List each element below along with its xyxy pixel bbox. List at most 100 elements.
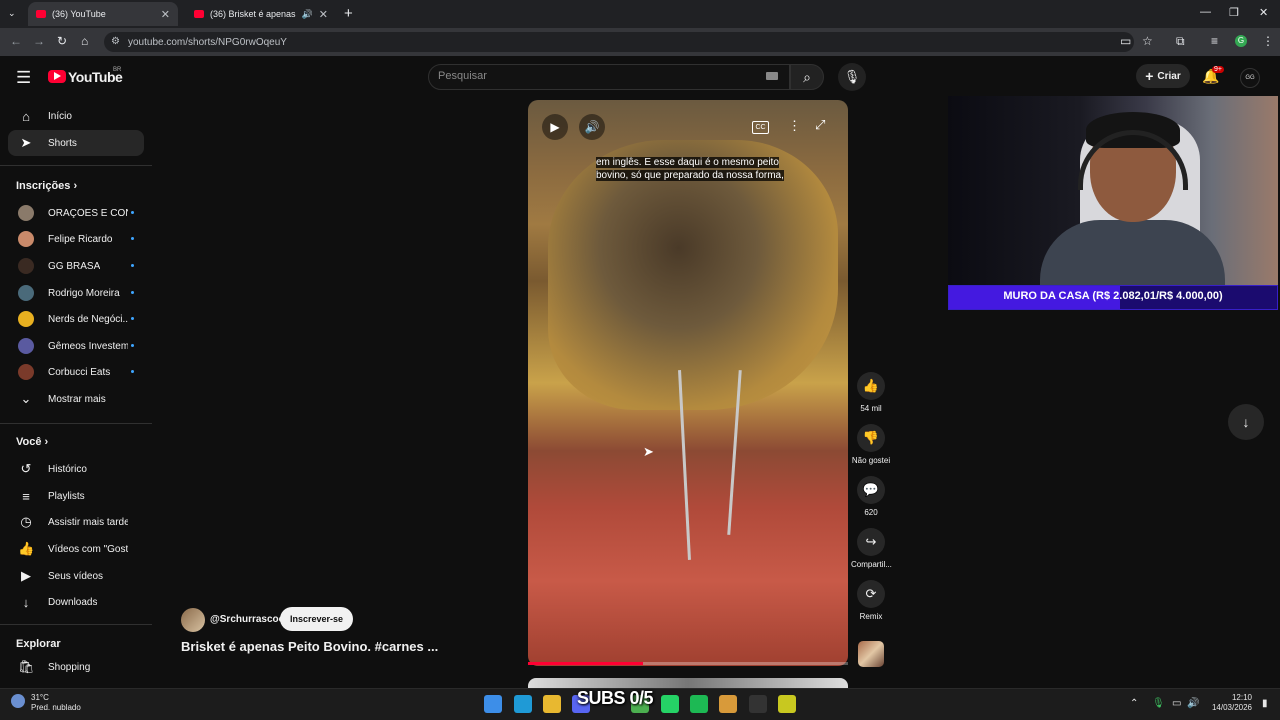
menu-icon[interactable]: ☰ xyxy=(16,68,31,88)
sidebar-item-shorts[interactable]: ➤ Shorts xyxy=(8,130,144,156)
spotify-icon[interactable] xyxy=(690,695,708,713)
sidebar-item-show-more[interactable]: ⌄ Mostrar mais xyxy=(8,386,144,412)
sidebar-item-playlists[interactable]: ≡ Playlists xyxy=(8,483,144,509)
tab-search-chevron-icon[interactable]: ⌄ xyxy=(8,8,16,19)
comments-action[interactable]: 💬 620 xyxy=(851,476,891,517)
weather-icon[interactable] xyxy=(11,694,25,708)
comment-count: 620 xyxy=(864,508,878,517)
sidebar-item-label: Início xyxy=(48,110,72,122)
video-progress-fill xyxy=(528,662,643,665)
search-input[interactable]: Pesquisar xyxy=(438,70,487,82)
edge-icon[interactable] xyxy=(514,695,532,713)
sidebar-item-subscription[interactable]: Nerds de Negóci... xyxy=(8,306,144,332)
reading-list-icon[interactable]: ≡ xyxy=(1211,34,1218,48)
sidebar-item-home[interactable]: ⌂ Início xyxy=(8,103,144,129)
notifications-tray-icon[interactable]: ▮ xyxy=(1262,698,1268,709)
home-browser-icon[interactable]: ⌂ xyxy=(81,34,88,48)
remix-action[interactable]: ⟳ Remix xyxy=(851,580,891,621)
microphone-tray-icon[interactable]: 🎙 xyxy=(1152,698,1165,709)
dislike-action[interactable]: 👎 Não gostei xyxy=(851,424,891,465)
logo-region: BR xyxy=(113,67,122,73)
volume-button[interactable]: 🔊 xyxy=(579,114,605,140)
sidebar-item-label: Shorts xyxy=(48,137,77,149)
channel-avatar xyxy=(18,231,34,247)
profile-icon[interactable]: G xyxy=(1235,35,1247,47)
sidebar-item-shopping[interactable]: 🛍 Shopping xyxy=(8,654,144,680)
cast-icon[interactable]: ▭ xyxy=(1120,34,1131,48)
sidebar-item-label: Downloads xyxy=(48,596,98,608)
site-info-icon[interactable]: ⚙ xyxy=(111,36,120,47)
play-button[interactable]: ▶ xyxy=(542,114,568,140)
sidebar-item-downloads[interactable]: ↓ Downloads xyxy=(8,589,144,615)
share-action[interactable]: ↪ Compartil... xyxy=(851,528,892,569)
url-text[interactable]: youtube.com/shorts/NPG0rwOqeuY xyxy=(128,37,287,48)
captions-icon[interactable]: CC xyxy=(752,121,769,134)
sidebar-item-watch-later[interactable]: ◷ Assistir mais tarde xyxy=(8,509,144,535)
reload-icon[interactable]: ↻ xyxy=(57,34,67,48)
browser-menu-icon[interactable]: ⋮ xyxy=(1262,34,1274,48)
sidebar-item-history[interactable]: ↺ Histórico xyxy=(8,456,144,482)
search-icon: ⌕ xyxy=(803,68,811,85)
temperature: 31°C xyxy=(31,693,49,702)
channel-avatar xyxy=(18,285,34,301)
new-content-dot xyxy=(131,370,134,373)
bookmark-star-icon[interactable]: ☆ xyxy=(1142,34,1153,48)
webcam-person-shirt xyxy=(1040,220,1225,290)
time: 12:10 xyxy=(1231,693,1252,702)
audio-playing-icon[interactable]: 🔊 xyxy=(302,9,313,20)
whatsapp-icon[interactable] xyxy=(661,695,679,713)
channel-avatar[interactable] xyxy=(181,608,205,632)
video-title[interactable]: Brisket é apenas Peito Bovino. #carnes .… xyxy=(181,639,438,654)
back-icon[interactable]: ← xyxy=(10,34,22,48)
subscribe-button[interactable]: Inscrever-se xyxy=(280,607,353,631)
video-caption: em inglês. E esse daqui é o mesmo peito … xyxy=(596,156,800,182)
minimize-icon[interactable]: — xyxy=(1200,6,1211,18)
tab-youtube[interactable]: (36) YouTube ✕ xyxy=(28,2,178,26)
subscriptions-heading[interactable]: Inscrições › xyxy=(16,180,77,192)
sound-thumbnail[interactable] xyxy=(858,641,884,667)
chevron-right-icon: › xyxy=(73,180,78,192)
tray-overflow-icon[interactable]: ⌃ xyxy=(1130,698,1138,709)
steam-icon[interactable] xyxy=(749,695,767,713)
weather-widget[interactable]: 31°C Pred. nublado xyxy=(31,693,81,713)
new-tab-button[interactable]: + xyxy=(344,5,353,22)
more-options-icon[interactable]: ⋮ xyxy=(788,118,801,134)
sidebar-item-subscription[interactable]: Gêmeos Investem xyxy=(8,333,144,359)
close-tab-icon[interactable]: ✕ xyxy=(161,8,170,21)
sidebar-item-liked-videos[interactable]: 👍 Vídeos com "Gostei" xyxy=(8,536,144,562)
speaker-icon[interactable]: 🔊 xyxy=(1187,698,1199,709)
network-icon[interactable]: ▭ xyxy=(1172,698,1181,709)
account-avatar[interactable]: GG xyxy=(1240,68,1260,88)
fullscreen-icon[interactable]: ⤢ xyxy=(815,117,825,133)
sidebar-item-your-videos[interactable]: ▶ Seus vídeos xyxy=(8,563,144,589)
you-heading[interactable]: Você › xyxy=(16,436,48,448)
capcut-icon[interactable] xyxy=(778,695,796,713)
keyboard-icon[interactable] xyxy=(766,72,778,80)
sidebar-item-label: Playlists xyxy=(48,490,85,502)
search-button[interactable]: ⌕ xyxy=(790,64,824,90)
game-icon[interactable] xyxy=(719,695,737,713)
shorts-video-player[interactable] xyxy=(528,100,848,666)
sidebar-item-subscription[interactable]: Felipe Ricardo xyxy=(8,226,144,252)
close-tab-icon[interactable]: ✕ xyxy=(319,8,328,21)
voice-search-button[interactable]: 🎙 xyxy=(838,63,866,91)
windows-start-icon[interactable] xyxy=(484,695,502,713)
extensions-icon[interactable]: ⧉ xyxy=(1176,34,1185,49)
channel-avatar xyxy=(18,311,34,327)
sidebar-item-subscription[interactable]: GG BRASA xyxy=(8,253,144,279)
close-window-icon[interactable]: ✕ xyxy=(1259,6,1268,19)
forward-icon[interactable]: → xyxy=(33,34,45,48)
next-short-button[interactable]: ↓ xyxy=(1228,404,1264,440)
maximize-icon[interactable]: ❐ xyxy=(1229,6,1239,19)
system-clock[interactable]: 12:10 14/03/2026 xyxy=(1204,693,1252,713)
like-action[interactable]: 👍 54 mil xyxy=(851,372,891,413)
sidebar-item-subscription[interactable]: Rodrigo Moreira xyxy=(8,280,144,306)
remix-label: Remix xyxy=(859,612,883,621)
new-content-dot xyxy=(131,317,134,320)
create-button[interactable]: + Criar xyxy=(1136,64,1190,88)
file-explorer-icon[interactable] xyxy=(543,695,561,713)
sidebar-item-subscription[interactable]: ORAÇÕES E CON... xyxy=(8,200,144,226)
channel-name[interactable]: @Srchurrascoo xyxy=(210,614,285,625)
sidebar-item-subscription[interactable]: Corbucci Eats xyxy=(8,359,144,385)
tab-brisket[interactable]: (36) Brisket é apenas Peito B 🔊 ✕ xyxy=(186,2,336,26)
